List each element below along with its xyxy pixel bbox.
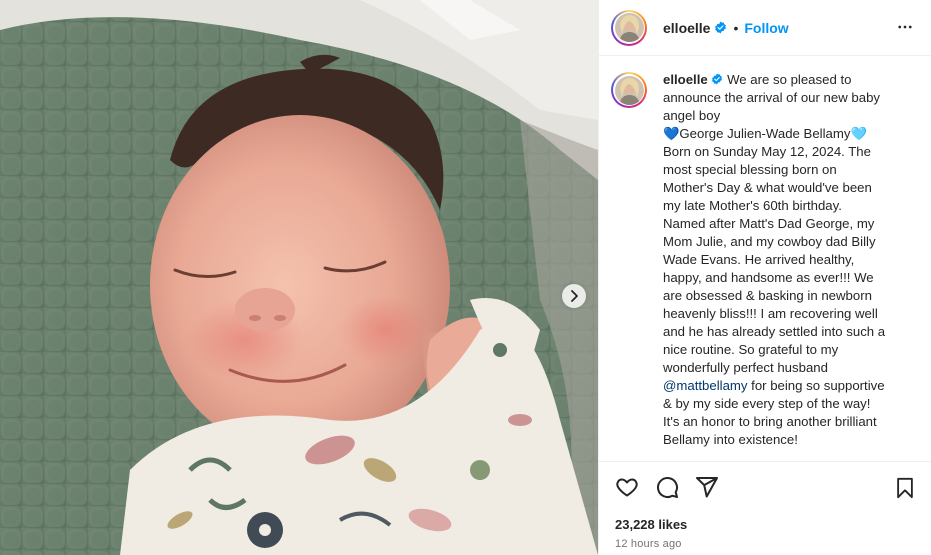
caption-line: Mom Julie, and my cowboy dad Billy: [663, 234, 876, 249]
chevron-right-icon: [571, 290, 578, 302]
caption-line: angel boy: [663, 108, 721, 123]
caption-line: Born on Sunday May 12, 2024. The: [663, 144, 871, 159]
caption-text: elloelle We are so pleased to announce t…: [663, 71, 907, 460]
caption-line: & by my side every step of the way!: [663, 396, 871, 411]
verified-badge-icon: [712, 73, 723, 85]
caption-line: heavenly bliss!!! I am recovering well: [663, 306, 878, 321]
caption-username[interactable]: elloelle: [663, 72, 708, 87]
caption-section: elloelle We are so pleased to announce t…: [599, 57, 931, 460]
caption-line: Mother's Day & what would've been: [663, 180, 872, 195]
caption-line: nice routine. So grateful to my: [663, 342, 839, 357]
caption-line: happy, and handsome as ever!!! We: [663, 270, 874, 285]
post-media[interactable]: [0, 0, 598, 555]
comment-icon[interactable]: [655, 475, 679, 499]
caption-line: Named after Matt's Dad George, my: [663, 216, 875, 231]
caption-avatar[interactable]: [611, 72, 647, 108]
caption-line: It's an honor to bring another brilliant: [663, 414, 877, 429]
post-photo: [0, 0, 598, 555]
caption-line: 💙George Julien-Wade Bellamy🩵: [663, 126, 867, 141]
caption-line: elloelle We are so pleased to: [663, 72, 852, 87]
likes-count[interactable]: 23,228 likes: [615, 517, 687, 532]
post-header: elloelle • Follow: [599, 0, 931, 56]
caption-line: Wade Evans. He arrived healthy,: [663, 252, 855, 267]
avatar-image: [614, 13, 644, 42]
caption-line: most special blessing born on: [663, 162, 837, 177]
caption-line: are obsessed & basking in newborn: [663, 288, 872, 303]
caption-line: my late Mother's 60th birthday.: [663, 198, 842, 213]
avatar-image: [614, 75, 644, 105]
separator-dot: •: [733, 19, 739, 36]
carousel-next-button[interactable]: [562, 284, 586, 308]
post-panel: elloelle • Follow elloelle We are so ple…: [598, 0, 931, 555]
post-timestamp[interactable]: 12 hours ago: [615, 538, 682, 550]
bookmark-icon[interactable]: [894, 477, 916, 504]
caption-line: @mattbellamy for being so supportive: [663, 378, 885, 393]
share-icon[interactable]: [695, 475, 719, 499]
avatar[interactable]: [611, 9, 647, 46]
action-bar: [599, 461, 931, 511]
caption-line: wonderfully perfect husband: [663, 360, 828, 375]
follow-button[interactable]: Follow: [744, 20, 788, 36]
verified-badge-icon: [714, 21, 727, 34]
mention-link[interactable]: @mattbellamy: [663, 378, 747, 393]
post-username[interactable]: elloelle: [663, 20, 710, 36]
caption-line: announce the arrival of our new baby: [663, 90, 881, 105]
more-options-icon[interactable]: [896, 18, 914, 41]
caption-line: and he has already settled into such a: [663, 324, 886, 339]
heart-icon[interactable]: [615, 475, 639, 499]
caption-line: Bellamy into existence!: [663, 432, 798, 447]
